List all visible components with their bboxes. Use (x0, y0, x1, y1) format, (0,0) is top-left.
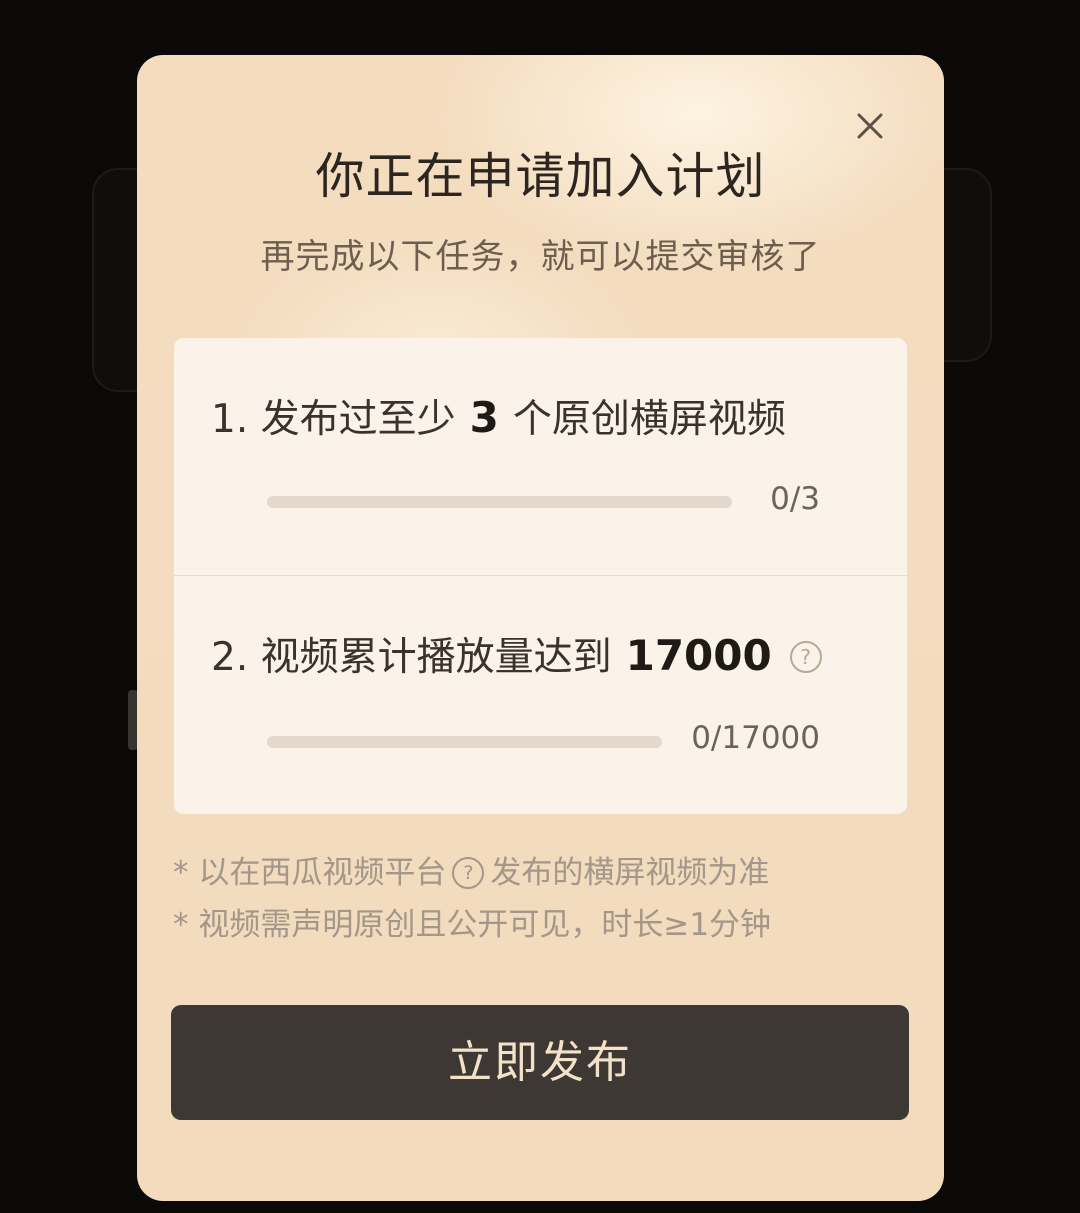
progress-bar (267, 496, 732, 508)
apply-plan-dialog: 你正在申请加入计划 再完成以下任务，就可以提交审核了 1. 发布过至少 3 个原创横… (137, 55, 944, 1201)
note-text-before: * 以在西瓜视频平台 (173, 855, 447, 891)
task-suffix: 个原创横屏视频 (512, 397, 786, 442)
progress-count: 0/3 (770, 481, 820, 517)
question-circle-icon[interactable]: ? (789, 641, 822, 673)
note-line-platform: * 以在西瓜视频平台? 发布的横屏视频为准 (173, 847, 771, 899)
publish-now-button[interactable]: 立即发布 (171, 1005, 909, 1120)
question-circle-icon[interactable]: ? (452, 857, 485, 889)
task-description: 1. 发布过至少 3 个原创横屏视频 (211, 388, 786, 444)
progress-bar (267, 736, 662, 748)
requirement-notes: * 以在西瓜视频平台? 发布的横屏视频为准 * 视频需声明原创且公开可见，时长≥1… (173, 847, 771, 951)
dialog-title: 你正在申请加入计划 (315, 148, 766, 205)
note-text-after: 发布的横屏视频为准 (490, 855, 770, 891)
task-item-publish-videos: 1. 发布过至少 3 个原创横屏视频 0/3 (174, 338, 907, 575)
task-prefix: 2. 视频累计播放量达到 (211, 635, 612, 680)
task-description: 2. 视频累计播放量达到 17000? (211, 626, 822, 682)
task-target-number: 3 (469, 393, 499, 442)
progress-count: 0/17000 (691, 720, 820, 756)
task-item-view-count: 2. 视频累计播放量达到 17000? 0/17000 (174, 576, 907, 813)
task-prefix: 1. 发布过至少 (211, 397, 456, 442)
dialog-subtitle: 再完成以下任务，就可以提交审核了 (260, 237, 821, 277)
task-target-number: 17000 (625, 631, 772, 680)
task-list: 1. 发布过至少 3 个原创横屏视频 0/3 2. 视频累计播放量达到 17000? … (174, 338, 907, 814)
note-line-duration: * 视频需声明原创且公开可见，时长≥1分钟 (173, 907, 772, 943)
